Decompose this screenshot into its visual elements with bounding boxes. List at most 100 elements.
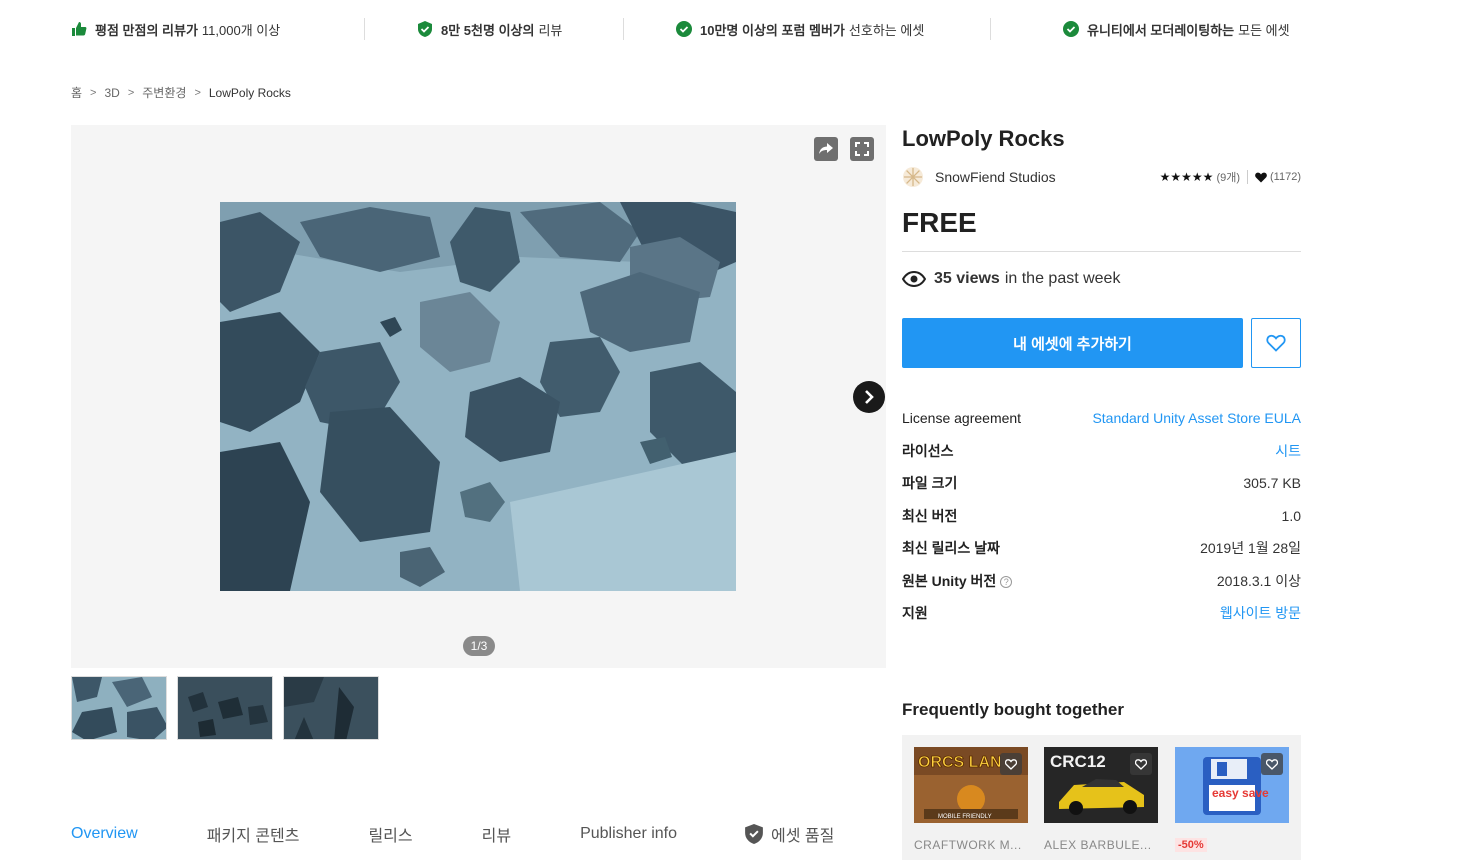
eye-icon	[902, 271, 926, 287]
detail-key: 최신 릴리스 날짜	[902, 540, 1000, 557]
product-info: LowPoly Rocks SnowFiend Studios ★★★★★ (9…	[902, 125, 1301, 630]
breadcrumb-3d[interactable]: 3D	[104, 86, 119, 100]
detail-row-release-date: 최신 릴리스 날짜 2019년 1월 28일	[902, 532, 1301, 565]
rocks-render-image	[220, 202, 736, 591]
chevron-right-icon: >	[194, 86, 201, 99]
chevron-right-icon: >	[90, 86, 97, 99]
trust-item-forum: 10만명 이상의 포럼 멤버가 선호하는 에셋	[624, 20, 990, 39]
detail-key: 파일 크기	[902, 475, 958, 492]
fbt-wishlist-button[interactable]	[1261, 753, 1283, 775]
visit-website-link[interactable]: 웹사이트 방문	[1220, 603, 1301, 623]
thumbnail-2[interactable]	[177, 676, 273, 740]
detail-row-file-size: 파일 크기 305.7 KB	[902, 467, 1301, 500]
fbt-card[interactable]: CRC12 ALEX BARBULE...	[1044, 747, 1158, 852]
cta-row: 내 에셋에 추가하기	[902, 318, 1301, 368]
trust-item-review-count: 8만 5천명 이상의 리뷰	[365, 20, 623, 39]
share-icon	[819, 143, 833, 154]
thumbnail-strip	[71, 676, 379, 740]
fullscreen-icon	[855, 142, 869, 156]
easy-save-logo-text: easy save	[1212, 786, 1269, 800]
detail-key: 지원	[902, 605, 928, 622]
help-icon[interactable]: ?	[1000, 576, 1013, 589]
detail-row-license-agreement: License agreement Standard Unity Asset S…	[902, 402, 1301, 435]
detail-value: 2019년 1월 28일	[1200, 540, 1301, 557]
thumbnail-1[interactable]	[71, 676, 167, 740]
fbt-image: CRC12	[1044, 747, 1158, 823]
tab-reviews[interactable]: 리뷰	[482, 822, 511, 846]
publisher-row: SnowFiend Studios ★★★★★ (9개) (1172)	[902, 164, 1301, 190]
tab-asset-quality-label: 에셋 품질	[771, 828, 835, 845]
tab-overview[interactable]: Overview	[71, 825, 138, 843]
sale-badge: -50%	[1175, 838, 1207, 852]
main-preview-image[interactable]	[220, 202, 736, 591]
detail-key: 라이선스	[902, 442, 954, 459]
tab-releases[interactable]: 릴리스	[368, 822, 412, 846]
thumbnail-3[interactable]	[283, 676, 379, 740]
check-circle-icon	[676, 21, 692, 37]
detail-key: License agreement	[902, 410, 1022, 427]
license-sheet-link[interactable]: 시트	[1275, 441, 1301, 461]
fbt-publisher[interactable]: CRAFTWORK M...	[914, 838, 1028, 852]
detail-key-label: 원본 Unity 버전	[902, 572, 997, 589]
views-summary: 35 views in the past week	[902, 270, 1301, 288]
wishlist-button[interactable]	[1251, 318, 1301, 368]
heart-outline-icon	[1005, 758, 1017, 770]
image-gallery: 1/3	[71, 125, 886, 668]
breadcrumb: 홈 > 3D > 주변환경 > LowPoly Rocks	[71, 84, 291, 101]
views-count: 35 views	[934, 270, 1000, 287]
details-table: License agreement Standard Unity Asset S…	[902, 402, 1301, 630]
publisher-link[interactable]: SnowFiend Studios	[902, 166, 1056, 188]
rating-summary: ★★★★★ (9개) (1172)	[1160, 169, 1301, 185]
detail-row-support: 지원 웹사이트 방문	[902, 597, 1301, 630]
share-button[interactable]	[814, 137, 838, 161]
trust-item-moderated: 유니티에서 모더레이팅하는 모든 에셋	[991, 20, 1290, 39]
breadcrumb-home[interactable]: 홈	[71, 84, 82, 101]
heart-outline-icon	[1266, 334, 1286, 352]
fbt-carousel: ORCS LAN MOBILE FRIENDLY CRAFTWORK M... …	[902, 735, 1301, 860]
tab-asset-quality[interactable]: 에셋 품질	[745, 822, 834, 846]
next-image-button[interactable]	[853, 381, 885, 413]
detail-value: 2018.3.1 이상	[1216, 572, 1301, 589]
fbt-card[interactable]: ORCS LAN MOBILE FRIENDLY CRAFTWORK M...	[914, 747, 1028, 852]
fbt-publisher[interactable]: ALEX BARBULE...	[1044, 838, 1158, 852]
trust-bar: 평점 만점의 리뷰가 11,000개 이상 8만 5천명 이상의 리뷰 10만명 이…	[71, 14, 1301, 44]
detail-key: 원본 Unity 버전?	[902, 571, 1013, 591]
tab-package-contents[interactable]: 패키지 콘텐츠	[207, 822, 300, 846]
thumbnail-image	[178, 677, 272, 739]
fullscreen-button[interactable]	[850, 137, 874, 161]
fbt-title: Frequently bought together	[902, 700, 1124, 719]
rating-count[interactable]: (9개)	[1216, 169, 1240, 185]
breadcrumb-environment[interactable]: 주변환경	[142, 84, 186, 101]
rating-stars[interactable]: ★★★★★	[1160, 170, 1214, 184]
crc12-logo-text: CRC12	[1050, 752, 1106, 771]
detail-value: 1.0	[1281, 507, 1301, 524]
fbt-image: ORCS LAN MOBILE FRIENDLY	[914, 747, 1028, 823]
fbt-card[interactable]: easy save -50%	[1175, 747, 1289, 853]
views-period: in the past week	[1004, 270, 1121, 287]
heart-icon	[1255, 172, 1267, 182]
shield-check-icon	[745, 824, 763, 844]
breadcrumb-current: LowPoly Rocks	[208, 85, 291, 100]
fbt-wishlist-button[interactable]	[1000, 753, 1022, 775]
shield-check-icon	[418, 21, 432, 37]
favorites-count: (1172)	[1270, 171, 1301, 183]
heart-outline-icon	[1266, 758, 1278, 770]
mobile-friendly-badge: MOBILE FRIENDLY	[938, 814, 992, 820]
license-agreement-link[interactable]: Standard Unity Asset Store EULA	[1092, 410, 1301, 426]
product-tabs: Overview 패키지 콘텐츠 릴리스 리뷰 Publisher info 에…	[71, 822, 871, 846]
heart-outline-icon	[1135, 758, 1147, 770]
tab-publisher-info[interactable]: Publisher info	[580, 825, 677, 843]
price: FREE	[902, 207, 1301, 252]
thumbnail-image	[72, 677, 166, 739]
publisher-name: SnowFiend Studios	[935, 169, 1056, 185]
fbt-wishlist-button[interactable]	[1130, 753, 1152, 775]
add-to-my-assets-button[interactable]: 내 에셋에 추가하기	[902, 318, 1243, 368]
detail-key: 최신 버전	[902, 507, 958, 524]
publisher-logo	[903, 167, 923, 187]
image-counter: 1/3	[463, 636, 495, 656]
chevron-right-icon	[865, 390, 874, 404]
thumbnail-image	[284, 677, 378, 739]
divider	[1247, 170, 1249, 184]
trust-item-reviews: 평점 만점의 리뷰가 11,000개 이상	[71, 20, 364, 39]
thumbs-up-icon	[72, 22, 87, 36]
